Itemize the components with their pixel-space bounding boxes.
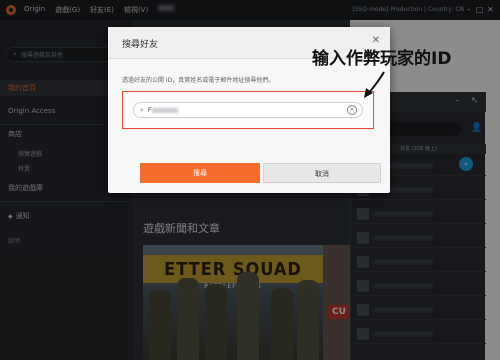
annotation-arrow-icon	[364, 71, 385, 98]
redacted-text	[152, 107, 179, 113]
cancel-button[interactable]: 取消	[263, 163, 381, 183]
search-icon: ⌕	[140, 105, 144, 114]
clear-icon[interactable]: ×	[347, 105, 357, 115]
search-value: F	[147, 106, 152, 114]
search-button[interactable]: 搜尋	[140, 163, 260, 183]
dialog-title: 搜尋好友	[122, 40, 159, 50]
annotation-text: 输入作弊玩家的ID	[312, 49, 452, 69]
dialog-description: 透過好友的公開 ID，真實姓名或電子郵件地址搜尋他們。	[122, 77, 275, 84]
friend-search-input[interactable]: ⌕ F ×	[133, 102, 363, 118]
highlight-frame: ⌕ F ×	[122, 91, 374, 129]
